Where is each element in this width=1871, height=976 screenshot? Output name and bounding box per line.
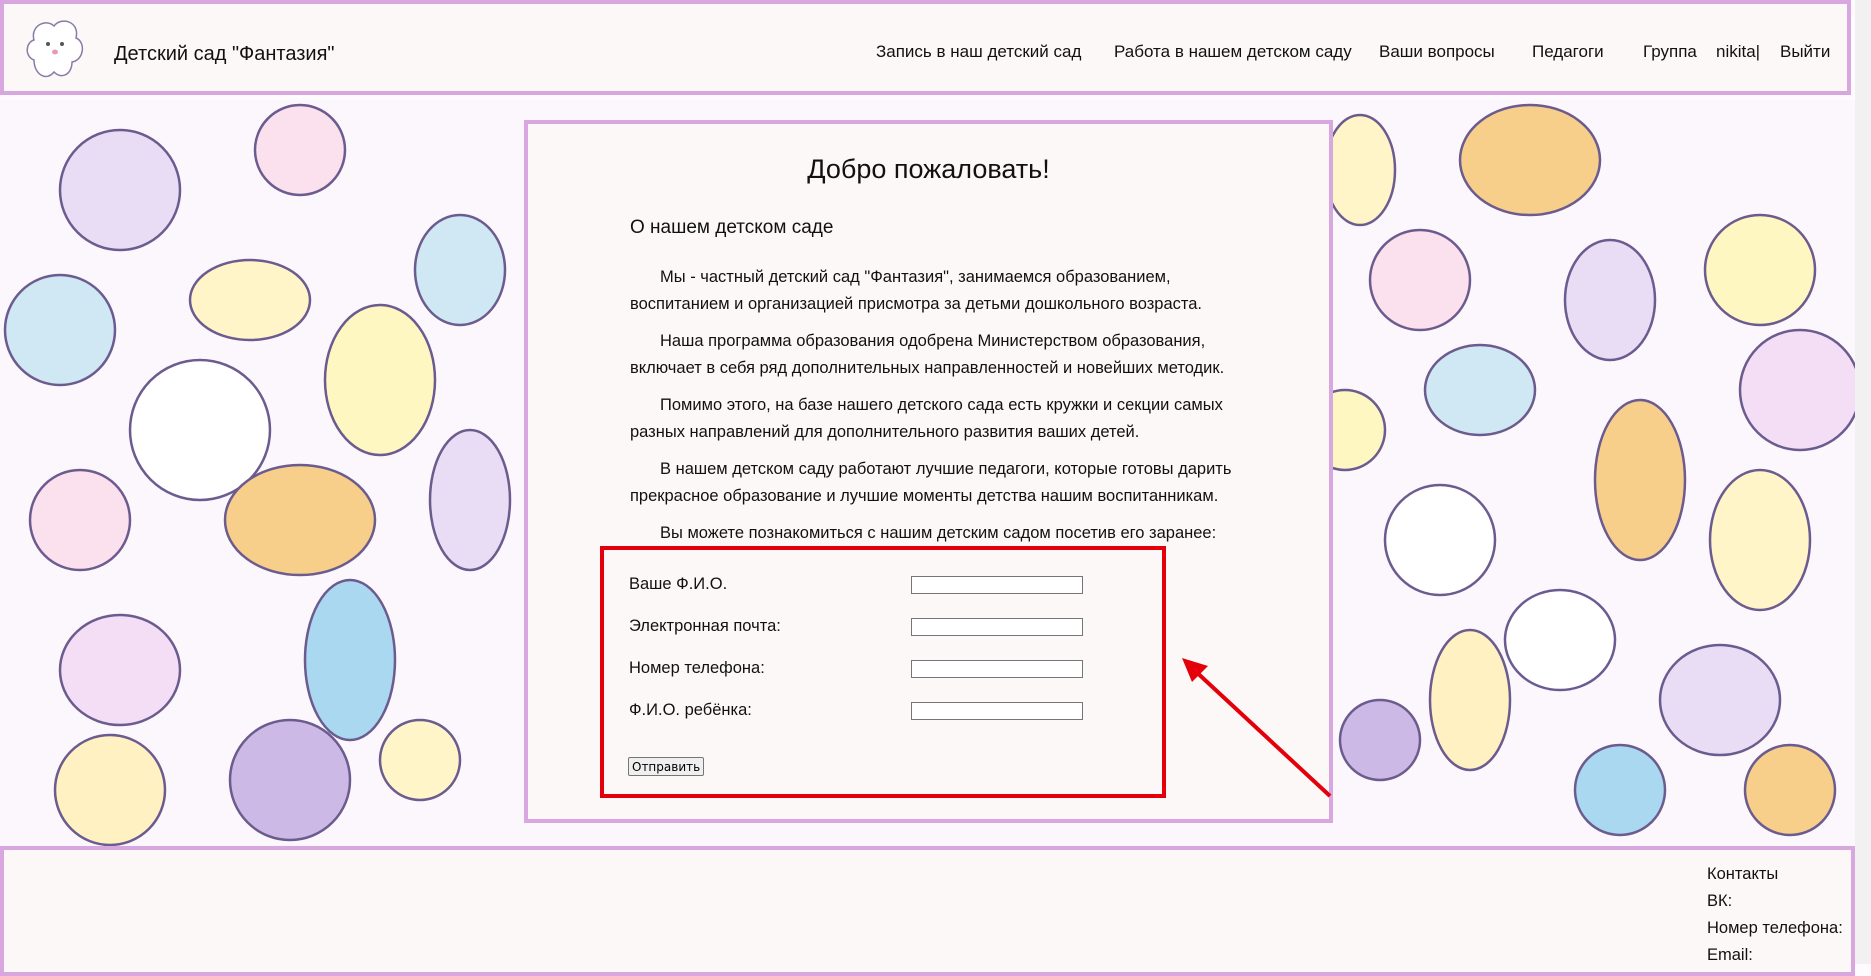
nav-jobs[interactable]: Работа в нашем детском саду (1114, 42, 1352, 62)
about-paragraph-5: Вы можете познакомиться с нашим детским … (660, 524, 1217, 542)
nav-group[interactable]: Группа (1643, 42, 1697, 62)
phone-label: Номер телефона: (629, 659, 765, 677)
child-fio-label: Ф.И.О. ребёнка: (629, 701, 752, 719)
username: nikita| (1716, 42, 1761, 61)
contacts-heading: Контакты (1707, 865, 1779, 883)
about-paragraph-4: В нашем детском саду работают лучшие пед… (630, 460, 1232, 505)
nav-enrollment[interactable]: Запись в наш детский сад (876, 42, 1081, 62)
page-scrollbar[interactable] (1855, 0, 1871, 964)
child-fio-input[interactable] (911, 702, 1083, 720)
nav-questions[interactable]: Ваши вопросы (1379, 42, 1495, 62)
about-heading: О нашем детском саде (630, 217, 834, 238)
fio-label: Ваше Ф.И.О. (629, 575, 728, 593)
about-paragraph-3: Помимо этого, на базе нашего детского са… (630, 396, 1223, 441)
site-footer (0, 846, 1855, 976)
contacts-vk: ВК: (1707, 892, 1733, 910)
submit-button[interactable]: Отправить (628, 757, 705, 776)
phone-input[interactable] (911, 660, 1083, 678)
about-paragraph-1: Мы - частный детский сад "Фантазия", зан… (630, 268, 1203, 313)
contacts-email: Email: (1707, 946, 1753, 964)
fio-input[interactable] (911, 576, 1083, 594)
logout-link[interactable]: Выйти (1780, 42, 1830, 62)
about-paragraph-2: Наша программа образования одобрена Мини… (630, 332, 1225, 377)
welcome-heading: Добро пожаловать! (807, 154, 1050, 184)
contacts-phone: Номер телефона: (1707, 919, 1843, 937)
email-label: Электронная почта: (629, 617, 781, 635)
cloud-ghost-logo-icon[interactable] (22, 12, 88, 84)
nav-teachers[interactable]: Педагоги (1532, 42, 1604, 62)
email-input[interactable] (911, 618, 1083, 636)
site-title[interactable]: Детский сад "Фантазия" (114, 43, 335, 66)
red-arrow-icon (1182, 658, 1332, 798)
